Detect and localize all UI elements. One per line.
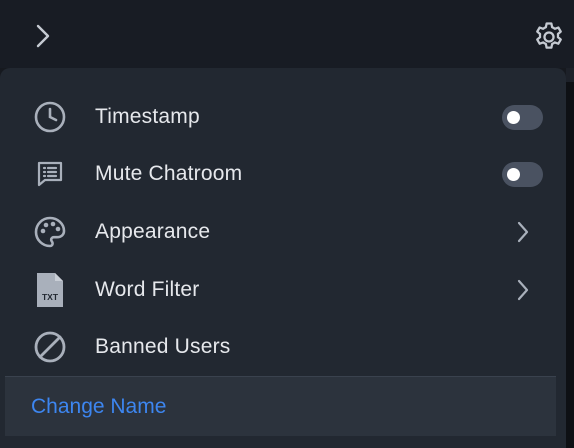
menu-item-label: Word Filter: [95, 278, 200, 301]
toggle-knob: [507, 167, 520, 181]
scroll-edge-cap: [566, 68, 574, 82]
settings-button[interactable]: [530, 18, 568, 56]
menu-item-label: Mute Chatroom: [95, 162, 243, 185]
chevron-right-icon: [513, 219, 533, 245]
chat-list-icon: [32, 156, 68, 192]
change-name-button[interactable]: Change Name: [5, 376, 556, 436]
menu-item-label: Banned Users: [95, 335, 231, 358]
txt-file-icon-label: TXT: [42, 292, 59, 302]
chevron-right-icon: [513, 277, 533, 303]
change-name-label: Change Name: [31, 394, 167, 418]
menu-item-label: Appearance: [95, 220, 211, 243]
menu-item-mute-chatroom[interactable]: Mute Chatroom: [0, 146, 566, 202]
chevron-right-icon: [36, 24, 50, 48]
scroll-edge: [566, 68, 574, 448]
top-bar: [0, 0, 574, 68]
txt-file-icon: TXT: [32, 272, 68, 308]
menu-item-banned-users[interactable]: Banned Users: [0, 319, 566, 375]
menu-item-timestamp[interactable]: Timestamp: [0, 89, 566, 145]
palette-icon: [32, 214, 68, 250]
menu-item-word-filter[interactable]: TXT Word Filter: [0, 262, 566, 318]
menu-item-label: Timestamp: [95, 105, 200, 128]
timestamp-toggle[interactable]: [502, 104, 543, 130]
gear-icon: [536, 22, 562, 49]
ban-icon: [32, 329, 68, 365]
toggle-knob: [507, 110, 520, 124]
mute-chatroom-toggle[interactable]: [502, 161, 543, 187]
clock-icon: [32, 99, 68, 135]
expand-button[interactable]: [28, 20, 58, 52]
menu-item-appearance[interactable]: Appearance: [0, 204, 566, 260]
